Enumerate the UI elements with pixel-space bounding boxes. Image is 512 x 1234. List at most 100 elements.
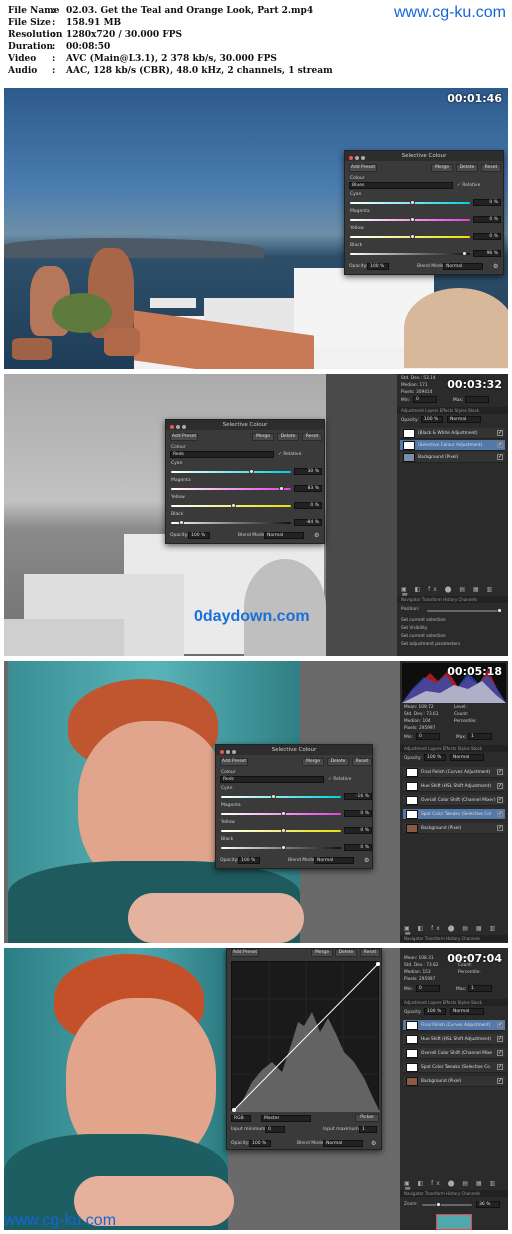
- visibility-checkbox[interactable]: ✓: [497, 811, 503, 817]
- slider-knob[interactable]: [231, 503, 236, 508]
- visibility-checkbox[interactable]: ✓: [497, 797, 503, 803]
- colour-select[interactable]: Blues: [349, 182, 453, 189]
- zoom-field[interactable]: 36 %: [476, 1201, 500, 1208]
- colour-select[interactable]: Reds: [220, 776, 324, 783]
- layers-tabs[interactable]: Adjustment Layers Effects Styles Stock: [400, 999, 508, 1006]
- relative-checkbox[interactable]: ✓ Relative: [328, 777, 351, 782]
- slider-knob[interactable]: [497, 608, 502, 613]
- history-item[interactable]: Set adjustment parameters: [401, 642, 460, 647]
- max-field[interactable]: 1: [468, 985, 492, 992]
- cyan-slider[interactable]: [171, 469, 291, 474]
- min-field[interactable]: 0: [416, 985, 440, 992]
- zoom-slider[interactable]: [422, 1202, 472, 1207]
- layer-item-selected[interactable]: (Selective Colour Adjustment) ✓: [400, 440, 505, 451]
- slider-knob[interactable]: [281, 828, 286, 833]
- settings-gear-icon[interactable]: ⚙: [314, 532, 319, 539]
- merge-button[interactable]: Merge: [302, 758, 324, 766]
- layer-item[interactable]: Overall Color Shift (Channel Mixer) ✓: [403, 795, 505, 806]
- layer-opacity[interactable]: 100 %: [424, 1008, 446, 1015]
- curves-graph[interactable]: [231, 961, 380, 1112]
- visibility-checkbox[interactable]: ✓: [497, 1022, 503, 1028]
- magenta-slider[interactable]: [350, 217, 470, 222]
- black-slider[interactable]: [171, 520, 291, 525]
- slider-knob[interactable]: [281, 845, 286, 850]
- yellow-value[interactable]: 0 %: [473, 233, 501, 240]
- blend-mode-select[interactable]: Normal: [443, 263, 483, 270]
- layer-item[interactable]: Final Polish (Curves Adjustment) ✓: [403, 767, 505, 778]
- slider-knob[interactable]: [410, 217, 415, 222]
- black-value[interactable]: -84 %: [294, 519, 322, 526]
- layer-item[interactable]: Background (Pixel) ✓: [403, 823, 505, 834]
- slider-knob[interactable]: [179, 520, 184, 525]
- layer-item[interactable]: Hue Shift (HSL Shift Adjustment) ✓: [403, 1034, 505, 1045]
- layers-tabs[interactable]: Adjustment Layers Effects Styles Stock: [397, 407, 508, 414]
- history-slider[interactable]: [427, 608, 502, 613]
- minimize-icon[interactable]: [226, 750, 230, 754]
- settings-gear-icon[interactable]: ⚙: [364, 857, 369, 864]
- add-preset-button[interactable]: Add Preset: [220, 758, 248, 766]
- visibility-checkbox[interactable]: ✓: [497, 454, 503, 460]
- minimize-icon[interactable]: [176, 425, 180, 429]
- magenta-value[interactable]: 83 %: [294, 485, 322, 492]
- history-item[interactable]: Set Visibility: [401, 626, 427, 631]
- magenta-value[interactable]: 0 %: [344, 810, 372, 817]
- reset-button[interactable]: Reset: [302, 433, 322, 441]
- close-icon[interactable]: [170, 425, 174, 429]
- blend-mode-select[interactable]: Normal: [314, 857, 354, 864]
- reset-button[interactable]: Reset: [360, 949, 380, 957]
- merge-button[interactable]: Merge: [311, 949, 333, 957]
- curves-plot[interactable]: [232, 962, 380, 1112]
- input-max-field[interactable]: 1: [359, 1126, 377, 1133]
- layer-blend[interactable]: Normal: [450, 754, 484, 761]
- blend-mode-select[interactable]: Normal: [264, 532, 304, 539]
- black-value[interactable]: 96 %: [473, 250, 501, 257]
- magenta-value[interactable]: 0 %: [473, 216, 501, 223]
- cyan-value[interactable]: -16 %: [344, 793, 372, 800]
- layer-blend[interactable]: Normal: [447, 416, 481, 423]
- history-tabs[interactable]: Navigator Transform History Channels: [397, 596, 508, 603]
- layer-item-selected[interactable]: Final Polish (Curves Adjustment) ✓: [403, 1020, 505, 1031]
- min-field[interactable]: 0: [413, 396, 437, 403]
- layers-tabs[interactable]: Adjustment Layers Effects Styles Stock: [400, 745, 508, 752]
- layer-opacity[interactable]: 100 %: [424, 754, 446, 761]
- delete-button[interactable]: Delete: [327, 758, 349, 766]
- opacity-select[interactable]: 100 %: [249, 1140, 271, 1147]
- blend-mode-select[interactable]: Normal: [323, 1140, 363, 1147]
- slider-knob[interactable]: [271, 794, 276, 799]
- reset-button[interactable]: Reset: [481, 164, 501, 172]
- max-field[interactable]: [465, 396, 489, 403]
- zoom-icon[interactable]: [361, 156, 365, 160]
- history-item[interactable]: Set current selection: [401, 634, 446, 639]
- layer-item[interactable]: (Black & White Adjustment) ✓: [400, 428, 505, 439]
- cyan-value[interactable]: 30 %: [294, 468, 322, 475]
- slider-knob[interactable]: [281, 811, 286, 816]
- relative-checkbox[interactable]: ✓ Relative: [278, 452, 301, 457]
- opacity-select[interactable]: 100 %: [367, 263, 389, 270]
- visibility-checkbox[interactable]: ✓: [497, 769, 503, 775]
- history-item[interactable]: Set current selection: [401, 618, 446, 623]
- minimize-icon[interactable]: [355, 156, 359, 160]
- opacity-select[interactable]: 100 %: [188, 532, 210, 539]
- cyan-slider[interactable]: [350, 200, 470, 205]
- yellow-slider[interactable]: [171, 503, 291, 508]
- visibility-checkbox[interactable]: ✓: [497, 1078, 503, 1084]
- visibility-checkbox[interactable]: ✓: [497, 1064, 503, 1070]
- merge-button[interactable]: Merge: [431, 164, 453, 172]
- visibility-checkbox[interactable]: ✓: [497, 825, 503, 831]
- layer-item[interactable]: Background (Pixel) ✓: [400, 452, 505, 463]
- yellow-value[interactable]: 0 %: [344, 827, 372, 834]
- yellow-slider[interactable]: [350, 234, 470, 239]
- visibility-checkbox[interactable]: ✓: [497, 1036, 503, 1042]
- channel-select[interactable]: RGB: [231, 1115, 251, 1122]
- close-icon[interactable]: [220, 750, 224, 754]
- slider-knob[interactable]: [410, 200, 415, 205]
- close-icon[interactable]: [349, 156, 353, 160]
- max-field[interactable]: 1: [468, 733, 492, 740]
- yellow-slider[interactable]: [221, 828, 341, 833]
- add-preset-button[interactable]: Add Preset: [349, 164, 377, 172]
- add-preset-button[interactable]: Add Preset: [231, 949, 259, 957]
- slider-knob[interactable]: [249, 469, 254, 474]
- layer-item[interactable]: Spot Color Tweaks (Selective Co ✓: [403, 1062, 505, 1073]
- cyan-value[interactable]: 0 %: [473, 199, 501, 206]
- black-slider[interactable]: [221, 845, 341, 850]
